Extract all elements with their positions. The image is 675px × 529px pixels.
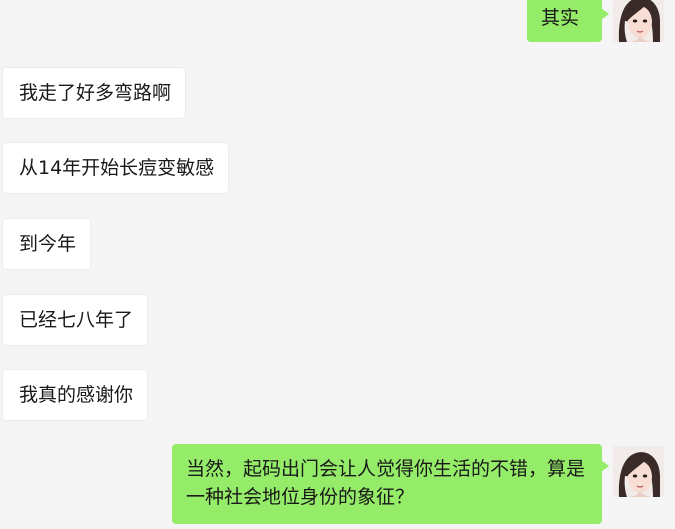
- message-text: 已经七八年了: [19, 309, 134, 331]
- chat-area: 其实 我走了好多弯路啊 从14年开始长痘变敏感 到今年 已经七八年了 我真的感谢…: [0, 0, 675, 529]
- incoming-message-bubble[interactable]: 我真的感谢你: [2, 369, 149, 421]
- incoming-message-bubble[interactable]: 从14年开始长痘变敏感: [2, 142, 230, 194]
- message-text: 我走了好多弯路啊: [19, 82, 172, 104]
- user-avatar-icon[interactable]: [613, 0, 664, 42]
- message-text: 当然，起码出门会让人觉得你生活的不错，算是一种社会地位身份的象征？: [186, 458, 586, 508]
- avatar-portrait-icon: [613, 446, 664, 497]
- message-text: 到今年: [19, 233, 77, 255]
- incoming-message-bubble[interactable]: 到今年: [2, 218, 92, 270]
- outgoing-message-bubble[interactable]: 当然，起码出门会让人觉得你生活的不错，算是一种社会地位身份的象征？: [172, 444, 609, 524]
- incoming-message-bubble[interactable]: 已经七八年了: [2, 294, 149, 346]
- outgoing-message-bubble[interactable]: 其实: [527, 0, 609, 42]
- incoming-message-bubble[interactable]: 我走了好多弯路啊: [2, 67, 187, 119]
- message-text: 我真的感谢你: [19, 384, 134, 406]
- avatar-portrait-icon: [613, 0, 664, 42]
- user-avatar-icon[interactable]: [613, 446, 664, 497]
- message-text: 其实: [541, 7, 580, 29]
- message-text: 从14年开始长痘变敏感: [19, 157, 215, 179]
